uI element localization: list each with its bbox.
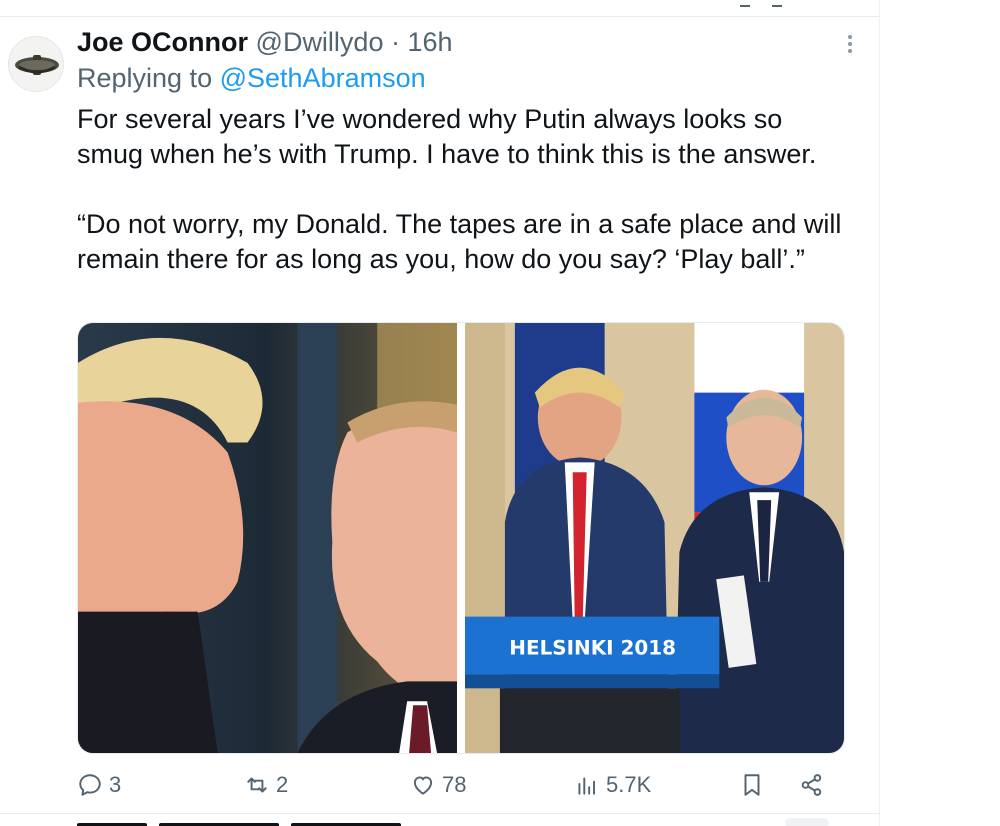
tweet-header: Joe OConnor @Dwillydo · 16h — [77, 26, 453, 58]
header-separator: · — [390, 27, 400, 57]
tweet-paragraph: “Do not worry, my Donald. The tapes are … — [77, 209, 842, 274]
like-count: 78 — [442, 772, 467, 797]
next-tweet-peek — [77, 818, 457, 826]
column-border — [879, 0, 880, 826]
view-count: 5.7K — [606, 772, 652, 797]
avatar-image — [15, 55, 59, 75]
tweet-paragraph: For several years I’ve wondered why Puti… — [77, 104, 817, 169]
author-handle[interactable]: @Dwillydo — [256, 27, 384, 57]
top-divider — [0, 16, 880, 17]
previous-tweet-actions-peek — [740, 0, 830, 7]
tweet-media: HELSINKI 2018 — [77, 322, 845, 754]
bookmark-icon — [744, 774, 760, 796]
timestamp[interactable]: 16h — [408, 27, 453, 57]
repost-button[interactable]: 2 — [244, 768, 288, 802]
share-icon — [801, 774, 822, 796]
speech-bubble-icon — [79, 774, 101, 796]
replying-to-prefix: Replying to — [77, 63, 213, 93]
replying-to-mention[interactable]: @SethAbramson — [220, 63, 426, 93]
bar-chart-icon — [578, 777, 596, 795]
replying-to-line: Replying to @SethAbramson — [77, 62, 426, 94]
repost-arrows-icon — [247, 777, 267, 793]
photo-right[interactable]: HELSINKI 2018 — [465, 323, 844, 753]
share-button[interactable] — [799, 768, 825, 802]
views-button[interactable]: 5.7K — [574, 768, 651, 802]
like-button[interactable]: 78 — [410, 768, 466, 802]
avatar[interactable] — [8, 36, 64, 92]
next-tweet-chip — [785, 818, 829, 826]
podium-sign: HELSINKI 2018 — [509, 636, 676, 659]
heart-icon — [413, 776, 433, 795]
tweet-actions: 3 2 78 5.7K — [77, 768, 847, 802]
bookmark-button[interactable] — [739, 768, 765, 802]
more-dots-icon[interactable] — [838, 32, 862, 56]
reply-count: 3 — [109, 772, 122, 797]
reply-button[interactable]: 3 — [77, 768, 121, 802]
repost-count: 2 — [276, 772, 289, 797]
bottom-divider — [0, 813, 880, 814]
photo-left[interactable] — [78, 323, 457, 753]
tweet-text: For several years I’ve wondered why Puti… — [77, 102, 847, 277]
author-name[interactable]: Joe OConnor — [77, 27, 248, 57]
